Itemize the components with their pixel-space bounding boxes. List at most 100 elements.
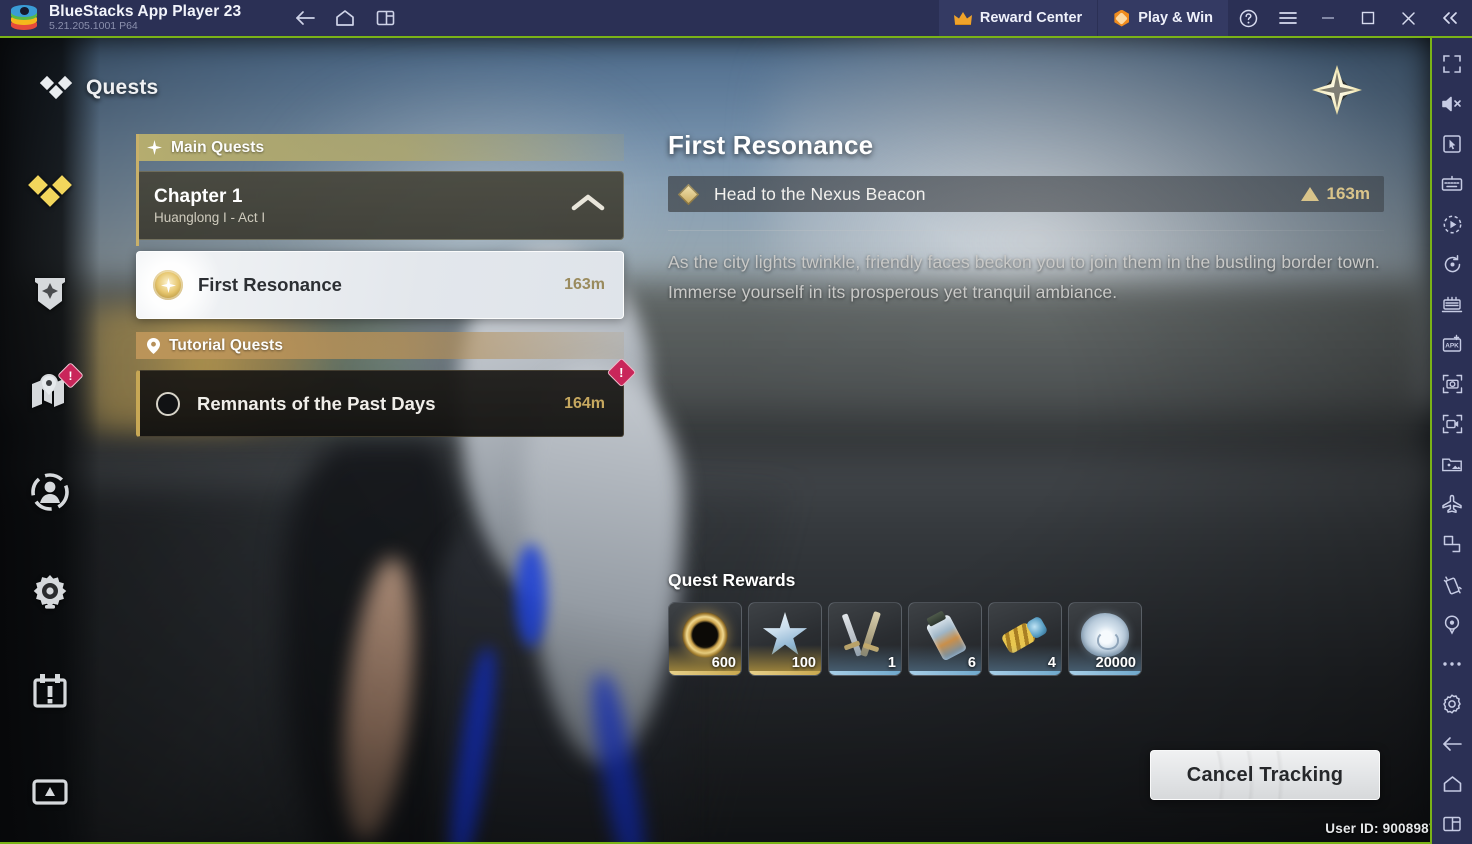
quest-column-accent: [136, 134, 139, 246]
chapter-card[interactable]: Chapter 1 Huanglong I - Act I: [136, 171, 624, 240]
objective-distance: 163m: [1326, 184, 1370, 203]
character-icon: [31, 473, 69, 511]
screen-record-icon[interactable]: [1432, 404, 1472, 444]
page-title: Quests: [86, 76, 159, 99]
reward-count: 600: [711, 655, 736, 671]
reward-count: 20000: [1095, 655, 1136, 671]
macro-record-icon[interactable]: [1432, 204, 1472, 244]
chapter-collapse-button[interactable]: [571, 193, 605, 218]
quest-distance: 164m: [564, 394, 605, 412]
reward-item[interactable]: 4: [988, 602, 1062, 676]
quest-detail-panel: First Resonance Head to the Nexus Beacon…: [668, 130, 1384, 307]
quest-item-first-resonance[interactable]: First Resonance 163m: [136, 251, 624, 319]
maximize-icon[interactable]: [1348, 0, 1388, 36]
app-title: BlueStacks App Player 23: [49, 3, 242, 20]
multi-instance-manager-icon[interactable]: [1432, 284, 1472, 324]
objective-distance-group: 163m: [1300, 184, 1370, 204]
reward-count: 1: [887, 655, 896, 671]
airplane-mode-icon[interactable]: [1432, 484, 1472, 524]
play-and-win-label: Play & Win: [1138, 10, 1213, 26]
menu-icon[interactable]: [1268, 0, 1308, 36]
shake-icon[interactable]: [1432, 564, 1472, 604]
cancel-tracking-label: Cancel Tracking: [1186, 763, 1344, 786]
multi-instance-icon[interactable]: [365, 0, 405, 36]
quest-distance: 163m: [564, 276, 605, 293]
screenshot-icon[interactable]: [1432, 364, 1472, 404]
close-button[interactable]: [1309, 62, 1365, 118]
rewards-title: Quest Rewards: [668, 570, 796, 590]
settings-icon[interactable]: [1432, 684, 1472, 724]
rail-accent-line: [1430, 38, 1432, 844]
quest-name: Remnants of the Past Days: [197, 392, 436, 414]
reward-item[interactable]: 600: [668, 602, 742, 676]
shop-icon: [32, 779, 68, 805]
bluestacks-tool-rail: APK: [1432, 38, 1472, 844]
play-win-badge-icon: [1114, 9, 1129, 27]
game-sidebar: !: [0, 38, 100, 844]
back-icon[interactable]: [285, 0, 325, 36]
sidebar-item-shop[interactable]: [14, 742, 86, 842]
distance-triangle-icon: [1300, 187, 1319, 201]
rotate-icon[interactable]: [1432, 244, 1472, 284]
recents-icon[interactable]: [1432, 804, 1472, 844]
crown-icon: [953, 12, 972, 25]
sidebar-item-events[interactable]: [14, 642, 86, 742]
collapse-sidebar-icon[interactable]: [1428, 0, 1472, 36]
sidebar-item-banner[interactable]: [14, 242, 86, 342]
quest-item-remnants-of-the-past-days[interactable]: Remnants of the Past Days 164m !: [136, 357, 637, 437]
quests-diamond-icon: [40, 75, 72, 100]
rewards-list: 600 100 1 6 4 20000: [668, 602, 1142, 676]
reward-center-label: Reward Center: [979, 10, 1083, 26]
resize-icon[interactable]: [1432, 524, 1472, 564]
detail-divider: [668, 230, 1384, 231]
banner-icon: [35, 278, 65, 310]
reward-item[interactable]: 100: [748, 602, 822, 676]
keyboard-controls-icon[interactable]: [1432, 164, 1472, 204]
quest-rewards-section: Quest Rewards 600 100 1 6 4 20000: [668, 570, 1142, 676]
section-label: Main Quests: [171, 138, 265, 156]
fullscreen-icon[interactable]: [1432, 44, 1472, 84]
chapter-subtitle: Huanglong I - Act I: [154, 209, 266, 225]
install-apk-icon[interactable]: APK: [1432, 324, 1472, 364]
play-and-win-button[interactable]: Play & Win: [1097, 0, 1228, 36]
sparkle-icon: [147, 140, 162, 155]
detail-description: As the city lights twinkle, friendly fac…: [668, 252, 1380, 302]
section-label: Tutorial Quests: [169, 336, 284, 354]
close-icon[interactable]: [1388, 0, 1428, 36]
sparkle-icon: [160, 277, 176, 293]
reward-count: 6: [967, 655, 976, 671]
sidebar-item-character[interactable]: [14, 442, 86, 542]
app-version: 5.21.205.1001 P64: [49, 20, 138, 32]
media-manager-icon[interactable]: [1432, 444, 1472, 484]
pin-icon: [147, 337, 160, 354]
chapter-title: Chapter 1: [154, 185, 243, 207]
section-header-tutorial-quests[interactable]: Tutorial Quests: [136, 332, 624, 359]
section-header-main-quests[interactable]: Main Quests: [136, 134, 624, 161]
reward-item[interactable]: 6: [908, 602, 982, 676]
home-icon[interactable]: [1432, 764, 1472, 804]
quest-status-circle-icon: [156, 391, 180, 416]
mute-icon[interactable]: [1432, 84, 1472, 124]
quest-medal-icon: [153, 270, 183, 300]
reward-center-button[interactable]: Reward Center: [938, 0, 1098, 36]
more-icon[interactable]: [1432, 644, 1472, 684]
sidebar-item-settings[interactable]: [14, 542, 86, 642]
minimize-icon[interactable]: [1308, 0, 1348, 36]
titlebar-accent-line: [0, 36, 1472, 38]
reward-count: 100: [791, 655, 816, 671]
help-icon[interactable]: [1228, 0, 1268, 36]
home-icon[interactable]: [325, 0, 365, 36]
back-icon[interactable]: [1432, 724, 1472, 764]
four-point-star-close-icon: [1312, 65, 1362, 115]
sidebar-item-map[interactable]: !: [14, 342, 86, 442]
reward-item[interactable]: 20000: [1068, 602, 1142, 676]
objective-diamond-icon: [677, 183, 700, 205]
chevron-up-icon: [571, 194, 605, 211]
reward-item[interactable]: 1: [828, 602, 902, 676]
sidebar-item-quests[interactable]: [14, 142, 86, 242]
events-calendar-icon: [33, 674, 67, 708]
cursor-icon[interactable]: [1432, 124, 1472, 164]
location-icon[interactable]: [1432, 604, 1472, 644]
titlebar: BlueStacks App Player 23 5.21.205.1001 P…: [0, 0, 1472, 36]
cancel-tracking-button[interactable]: Cancel Tracking: [1150, 750, 1380, 800]
